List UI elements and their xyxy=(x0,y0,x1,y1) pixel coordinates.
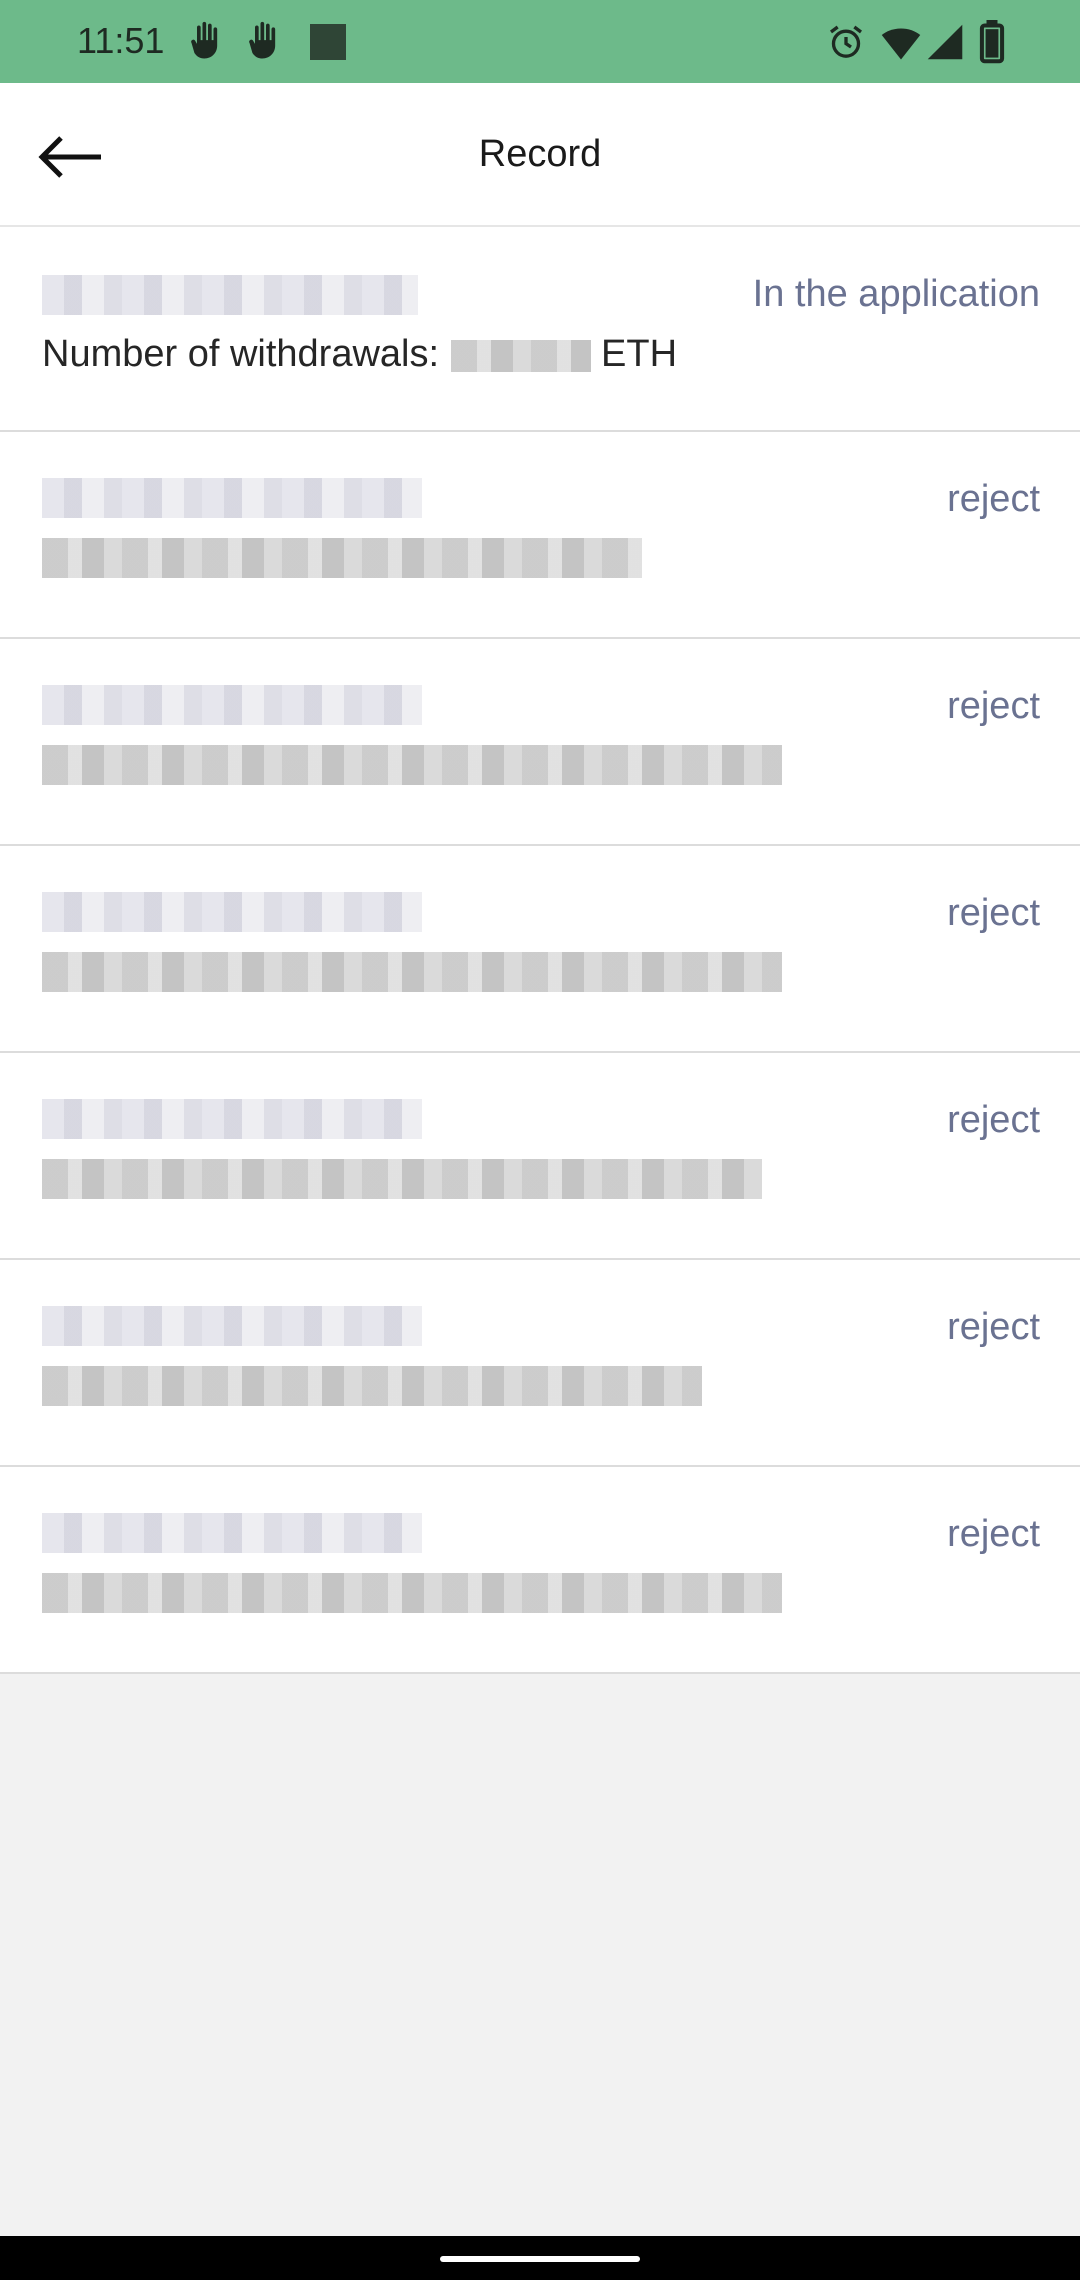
redacted-detail xyxy=(42,745,782,785)
record-status: reject xyxy=(947,685,1040,727)
square-notification-icon xyxy=(308,22,348,67)
redacted-detail xyxy=(42,538,642,578)
redacted-detail xyxy=(42,1159,762,1199)
record-row[interactable]: reject xyxy=(0,639,1080,846)
status-bar: 11:51 xyxy=(0,0,1080,83)
status-time: 11:51 xyxy=(77,20,165,61)
record-status: reject xyxy=(947,1306,1040,1348)
record-row[interactable]: reject xyxy=(0,1260,1080,1467)
redacted-timestamp xyxy=(42,1099,422,1139)
record-status: reject xyxy=(947,892,1040,934)
page-title: Record xyxy=(478,133,602,175)
record-row[interactable]: reject xyxy=(0,1053,1080,1260)
wifi-icon xyxy=(880,22,922,67)
redacted-timestamp xyxy=(42,685,422,725)
hand-wave-icon xyxy=(244,20,288,69)
withdrawal-summary: In the application Number of withdrawals… xyxy=(0,227,1080,432)
record-status: reject xyxy=(947,1099,1040,1141)
redacted-address xyxy=(42,275,418,315)
record-row[interactable]: reject xyxy=(0,432,1080,639)
hand-wave-icon xyxy=(186,20,230,69)
record-status: reject xyxy=(947,1513,1040,1555)
record-row[interactable]: reject xyxy=(0,846,1080,1053)
record-status: reject xyxy=(947,478,1040,520)
signal-icon xyxy=(926,22,964,67)
redacted-amount xyxy=(451,339,592,372)
redacted-detail xyxy=(42,1366,702,1406)
system-nav-bar xyxy=(0,2236,1080,2280)
redacted-detail xyxy=(42,1573,782,1613)
redacted-timestamp xyxy=(42,892,422,932)
withdrawal-amount: Number of withdrawals: ETH xyxy=(42,333,677,376)
alarm-icon xyxy=(826,22,866,67)
battery-icon xyxy=(978,20,1006,69)
home-gesture-handle[interactable] xyxy=(440,2256,640,2262)
app-bar: Record xyxy=(0,83,1080,227)
amount-label: Number of withdrawals: xyxy=(42,333,440,375)
record-list: reject reject reject reject reject rejec… xyxy=(0,432,1080,1674)
redacted-timestamp xyxy=(42,1306,422,1346)
redacted-timestamp xyxy=(42,478,422,518)
redacted-timestamp xyxy=(42,1513,422,1553)
record-row[interactable]: reject xyxy=(0,1467,1080,1674)
amount-currency: ETH xyxy=(601,333,678,375)
summary-status: In the application xyxy=(752,273,1040,315)
redacted-detail xyxy=(42,952,782,992)
